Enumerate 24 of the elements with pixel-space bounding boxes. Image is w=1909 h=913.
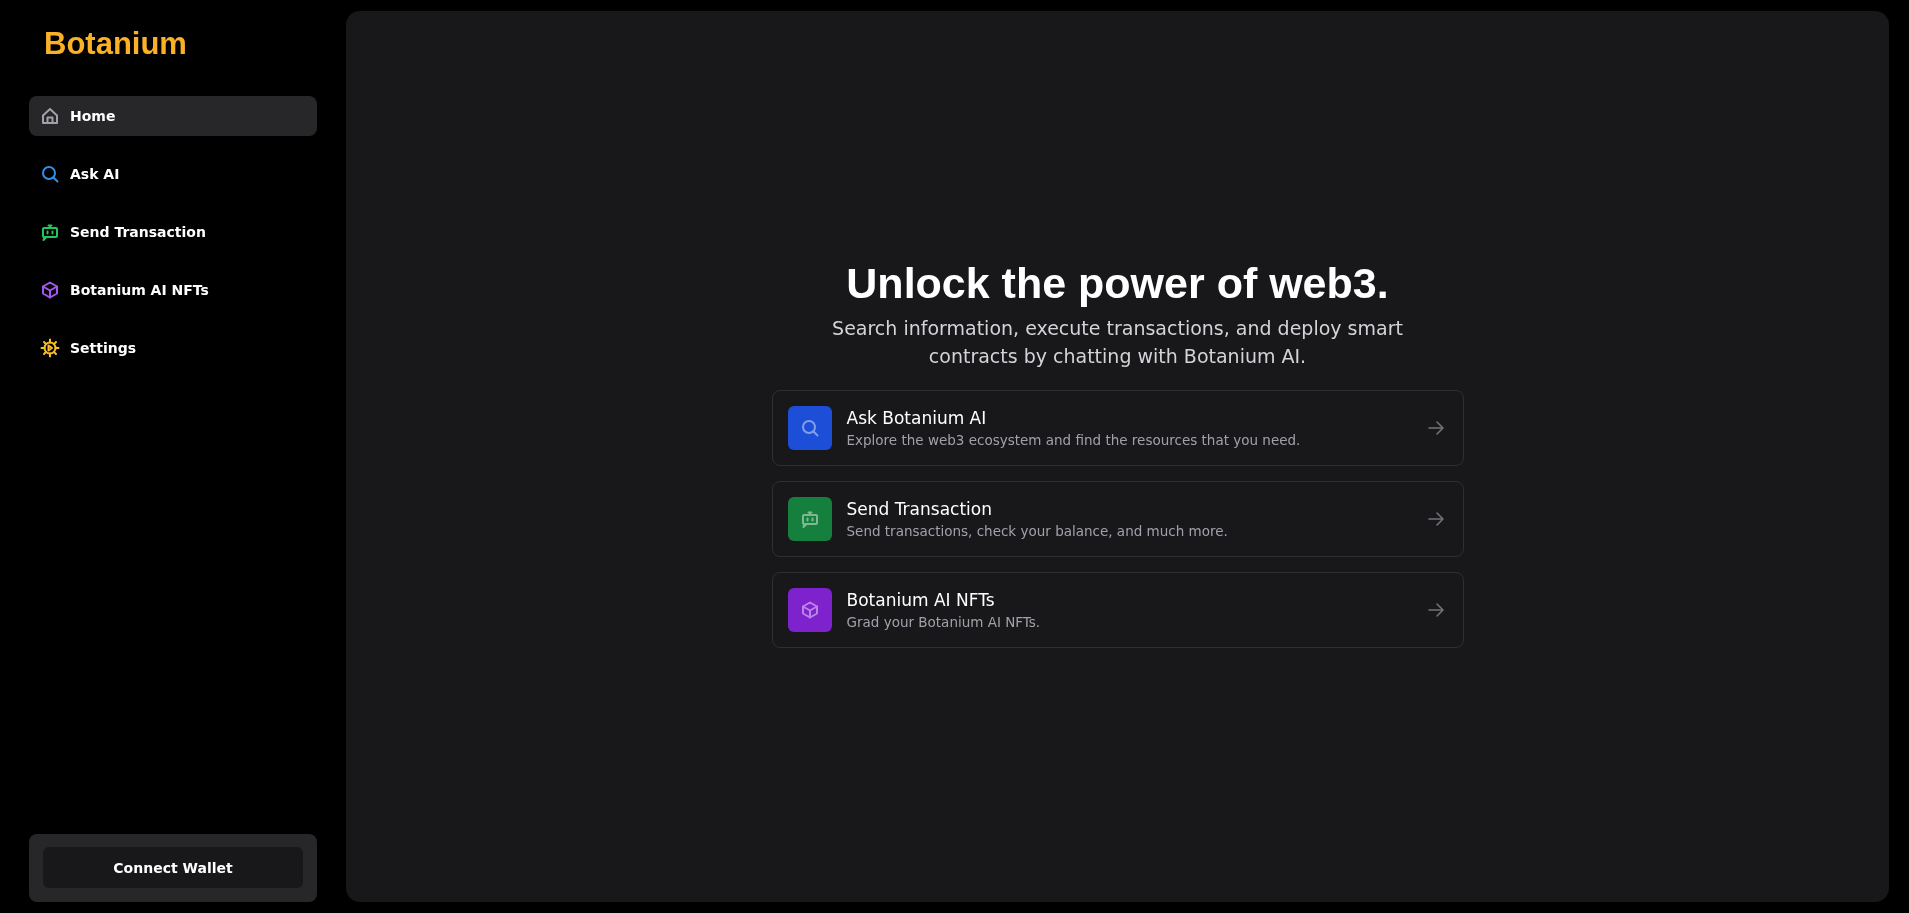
cube-icon [799, 600, 820, 620]
robot-chat-icon [799, 509, 820, 529]
sidebar-item[interactable]: Ask AI [29, 154, 317, 194]
arrow-icon [1426, 601, 1445, 619]
card-description: Grad your Botanium AI NFTs. [846, 614, 1042, 630]
card-title: Send Transaction [846, 499, 993, 519]
search-icon [799, 418, 820, 438]
hero-title: Unlock the power of web3. [846, 259, 1389, 308]
arrow-icon [1426, 419, 1445, 437]
card-title: Ask Botanium AI [846, 408, 988, 428]
card-description: Explore the web3 ecosystem and find the resources that you need. [846, 432, 1302, 448]
arrow-icon [1426, 510, 1445, 528]
sidebar-item[interactable]: Settings [29, 328, 317, 368]
card-title: Botanium AI NFTs [846, 590, 996, 610]
action-card[interactable]: Send Transaction Send transactions, check your balance, and much more. [771, 481, 1464, 557]
card-description: Send transactions, check your balance, and much more. [846, 523, 1229, 539]
app-logo: Botanium [44, 26, 188, 63]
connect-wallet-button[interactable]: Connect Wallet [43, 847, 303, 888]
sidebar-item[interactable]: Botanium AI NFTs [29, 270, 317, 310]
sidebar-item[interactable]: Home [29, 96, 317, 136]
hero-subtitle: Search information, execute transactions, and deploy smart contracts by chatting with Botanium AI. [831, 316, 1404, 369]
action-card[interactable]: Ask Botanium AI Explore the web3 ecosystem and find the resources that you need. [771, 390, 1464, 466]
sidebar-item[interactable]: Send Transaction [29, 212, 317, 252]
action-card[interactable]: Botanium AI NFTs Grad your Botanium AI NFTs. [771, 572, 1464, 648]
